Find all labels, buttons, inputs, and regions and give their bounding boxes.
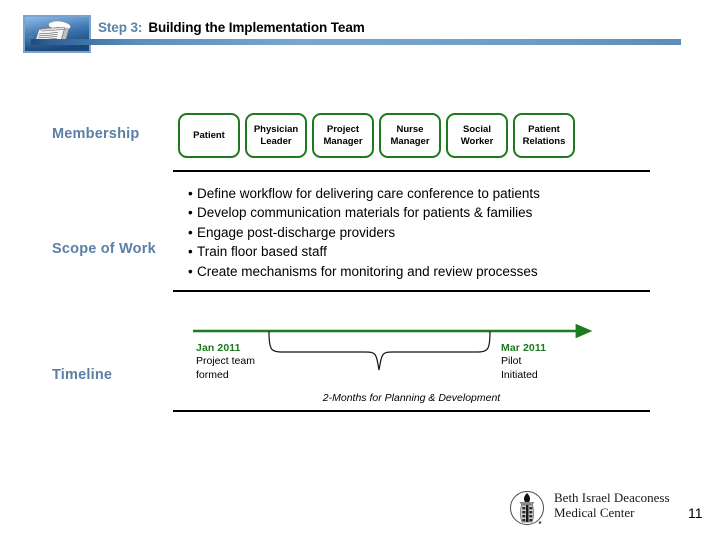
membership-box-label: Project Manager — [323, 123, 363, 147]
membership-box-label: Social Worker — [460, 123, 494, 147]
section-divider-scope — [173, 290, 650, 292]
page-title: Step 3: Building the Implementation Team — [98, 20, 365, 35]
page-number: 11 — [688, 505, 703, 521]
timeline-start-point: Jan 2011 Project team formed — [196, 342, 255, 382]
timeline-graphic: Jan 2011 Project team formed Mar 2011 Pi… — [173, 300, 650, 408]
timeline-end-point: Mar 2011 Pilot Initiated — [501, 342, 546, 382]
scope-list-item: • Create mechanisms for monitoring and re… — [188, 262, 540, 281]
membership-box[interactable]: Patient Relations — [513, 113, 575, 158]
scope-list-item: • Engage post-discharge providers — [188, 223, 540, 242]
bullet-icon: • — [188, 205, 193, 221]
row-label-membership: Membership — [52, 126, 140, 142]
membership-box-label: Physician Leader — [253, 123, 299, 147]
section-divider-timeline — [173, 410, 650, 412]
timeline-end-description: Pilot Initiated — [501, 355, 538, 381]
bidmc-seal-logo — [506, 485, 550, 529]
membership-box[interactable]: Project Manager — [312, 113, 374, 158]
timeline-brace-caption: 2-Months for Planning & Development — [322, 392, 501, 404]
scope-of-work-list: • Define workflow for delivering care con… — [188, 184, 540, 281]
timeline-start-date: Jan 2011 — [196, 342, 241, 354]
organization-name: Beth Israel Deaconess Medical Center — [554, 490, 670, 520]
scope-list-item: • Define workflow for delivering care con… — [188, 184, 540, 203]
scope-list-item-text: Engage post-discharge providers — [197, 224, 396, 240]
row-label-timeline: Timeline — [52, 367, 113, 383]
membership-box-label: Patient Relations — [522, 123, 566, 147]
slide-title-bar: Step 3: Building the Implementation Team — [0, 0, 720, 70]
membership-box[interactable]: Social Worker — [446, 113, 508, 158]
scope-list-item-text: Train floor based staff — [197, 244, 327, 260]
membership-box-label: Nurse Manager — [390, 123, 430, 147]
documents-stack-icon — [23, 15, 91, 53]
bullet-icon: • — [188, 224, 193, 240]
membership-box-label: Patient — [193, 129, 225, 141]
slide-canvas: Step 3: Building the Implementation Team … — [0, 0, 720, 540]
scope-list-item-text: Develop communication materials for pati… — [197, 205, 533, 221]
row-label-scope-of-work: Scope of Work — [52, 241, 156, 257]
membership-box-row: Patient Physician Leader Project Manager Nu… — [178, 113, 575, 158]
bullet-icon: • — [188, 186, 193, 201]
timeline-end-date: Mar 2011 — [501, 342, 547, 354]
membership-box[interactable]: Patient — [178, 113, 240, 158]
title-step-label: Step 3: — [98, 20, 143, 35]
timeline-start-description: Project team formed — [196, 355, 255, 381]
scope-list-item: • Develop communication materials for pat… — [188, 203, 540, 222]
scope-list-item: • Train floor based staff — [188, 242, 540, 261]
title-underline-rule — [31, 39, 681, 45]
membership-box[interactable]: Physician Leader — [245, 113, 307, 158]
section-divider-membership — [173, 170, 650, 172]
membership-box[interactable]: Nurse Manager — [379, 113, 441, 158]
bullet-icon: • — [188, 263, 193, 279]
slide-footer: Beth Israel Deaconess Medical Center 11 — [506, 483, 720, 533]
scope-list-item-text: Define workflow for delivering care conf… — [197, 186, 540, 201]
scope-list-item-text: Create mechanisms for monitoring and rev… — [197, 263, 538, 279]
bullet-icon: • — [188, 244, 193, 260]
title-main-label: Building the Implementation Team — [148, 20, 365, 35]
